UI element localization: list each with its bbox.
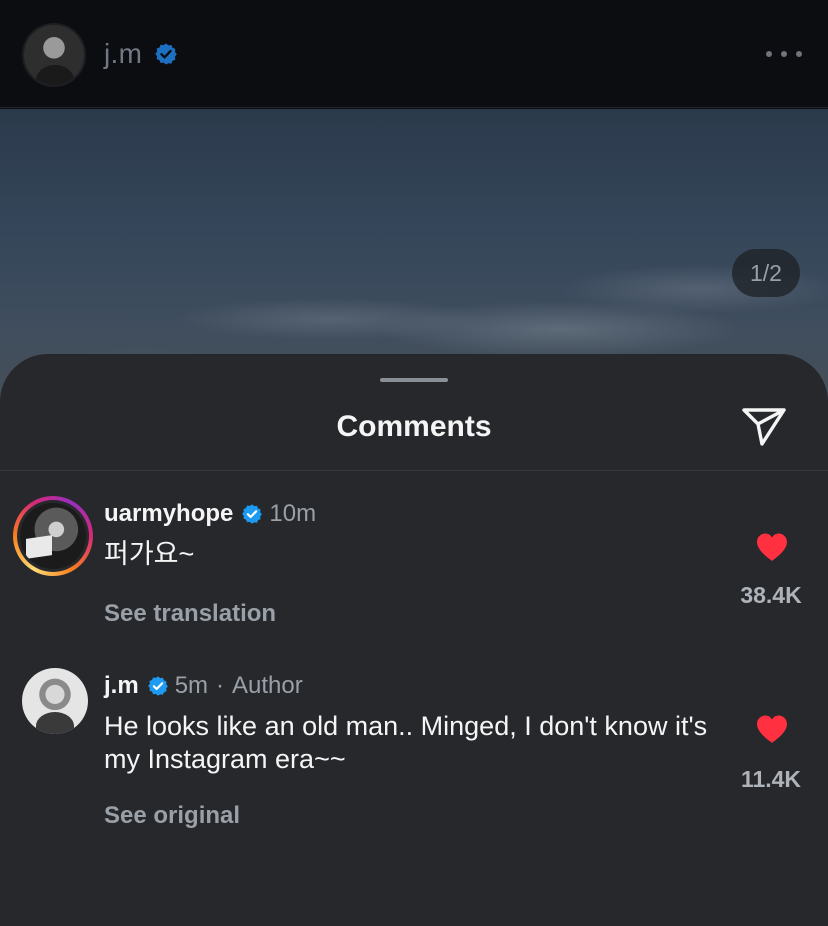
see-original-link[interactable]: See original — [104, 802, 240, 830]
divider — [0, 470, 828, 471]
comment-time: 10m — [269, 500, 317, 527]
commenter-username[interactable]: uarmyhope — [104, 500, 233, 528]
author-label: Author — [232, 672, 303, 699]
commenter-avatar-story-ring[interactable] — [13, 496, 93, 576]
comment-time: 5m — [174, 672, 209, 699]
comment-text: 퍼가요~ — [104, 539, 195, 569]
page-counter: 1/2 — [732, 249, 800, 297]
like-count: 38.4K — [740, 582, 802, 608]
separator: · — [216, 672, 225, 699]
comment-header: uarmyhope 10m — [104, 500, 316, 528]
post-author-avatar[interactable] — [22, 23, 86, 87]
comments-title: Comments — [336, 410, 492, 443]
heart-icon[interactable] — [755, 532, 789, 562]
see-translation-link[interactable]: See translation — [104, 600, 276, 628]
send-icon[interactable] — [740, 404, 788, 448]
commenter-avatar[interactable] — [22, 668, 88, 734]
post-author-username[interactable]: j.m — [104, 38, 142, 70]
post-header: j.m — [0, 0, 828, 108]
drag-handle[interactable] — [380, 378, 448, 382]
comment-text: He looks like an old man.. Minged, I don… — [104, 711, 708, 774]
heart-icon[interactable] — [755, 714, 789, 744]
commenter-username[interactable]: j.m — [104, 672, 139, 700]
avatar — [20, 503, 86, 569]
verified-badge-icon — [155, 43, 177, 65]
more-options-icon[interactable] — [762, 42, 806, 66]
verified-badge-icon — [147, 676, 168, 696]
comment-header: j.m 5m · Author — [104, 672, 303, 700]
like-count: 11.4K — [740, 766, 802, 792]
comments-sheet: Comments uarmyhope 10m 퍼가요~ See translat… — [0, 354, 828, 926]
verified-badge-icon — [242, 504, 263, 524]
